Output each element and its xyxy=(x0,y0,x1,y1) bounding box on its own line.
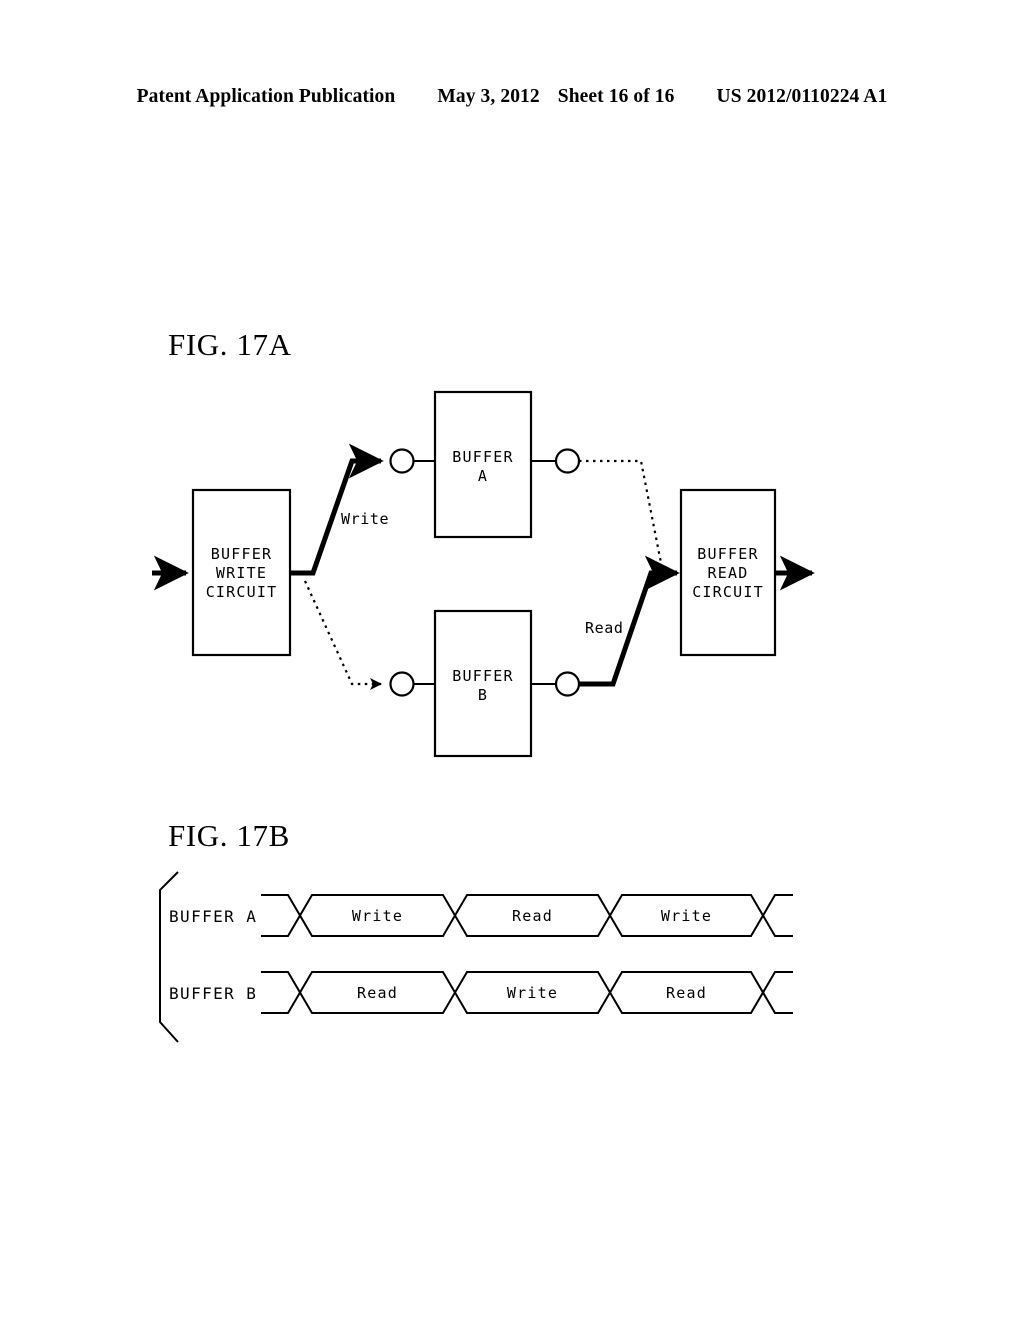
block-buffer-read-circuit xyxy=(679,488,777,657)
block-buffer-b-line2: B xyxy=(478,686,488,704)
timing-segment-b-2: Write xyxy=(507,984,558,1002)
figure-17b-caption: FIG. 17B xyxy=(168,818,290,853)
header-sheet: Sheet 16 of 16 xyxy=(557,86,675,107)
block-buffer-read-circuit-line2: READ xyxy=(708,564,749,582)
figure-17b-timing-diagram: BUFFER A Write Read Write BUFFER B Read … xyxy=(159,871,793,1043)
timing-brace xyxy=(159,871,179,1043)
timing-segment-b-3: Read xyxy=(666,984,707,1002)
block-buffer-write-circuit-line3: CIRCUIT xyxy=(206,583,278,601)
node-buffer-b-input xyxy=(389,671,415,697)
block-buffer-a-line2: A xyxy=(478,467,488,485)
timing-segment-a-3: Write xyxy=(661,907,712,925)
edge-label-read: Read xyxy=(585,619,624,637)
block-buffer-read-circuit-line1: BUFFER xyxy=(697,545,758,563)
block-buffer-write-circuit xyxy=(191,488,292,657)
write-path-active xyxy=(290,443,384,576)
timing-segment-a-1: Write xyxy=(352,907,403,925)
block-buffer-a xyxy=(433,390,533,539)
timing-segment-a-2: Read xyxy=(512,907,553,925)
header-date: May 3, 2012 xyxy=(437,86,540,107)
figure-17a-caption: FIG. 17A xyxy=(168,327,292,362)
buffer-a-read-path-inactive xyxy=(579,459,665,574)
timing-wave-b-lower xyxy=(261,971,793,1014)
node-buffer-b-output xyxy=(554,671,581,697)
block-buffer-b xyxy=(433,609,533,758)
page-header: Patent Application Publication May 3, 20… xyxy=(0,86,1024,108)
block-buffer-a-line1: BUFFER xyxy=(452,448,513,466)
timing-wave-a-upper xyxy=(261,894,793,937)
timing-row-label-buffer-a: BUFFER A xyxy=(169,907,257,926)
timing-row-label-buffer-b: BUFFER B xyxy=(169,984,257,1003)
block-buffer-b-line1: BUFFER xyxy=(452,667,513,685)
block-buffer-write-circuit-line2: WRITE xyxy=(216,564,267,582)
figure-17a-diagram: BUFFER WRITE CIRCUIT Write BUFFER A BUFF… xyxy=(152,390,815,758)
node-buffer-a-input xyxy=(389,448,415,474)
header-patent-number: US 2012/0110224 A1 xyxy=(716,86,888,107)
block-buffer-write-circuit-line1: BUFFER xyxy=(211,545,272,563)
timing-segment-b-1: Read xyxy=(357,984,398,1002)
patent-drawing-stage: BUFFER WRITE CIRCUIT Write BUFFER A BUFF… xyxy=(152,390,815,1043)
block-buffer-read-circuit-line3: CIRCUIT xyxy=(692,583,764,601)
node-buffer-a-output xyxy=(554,448,581,474)
read-path-active xyxy=(579,555,680,687)
write-path-inactive xyxy=(303,580,382,690)
timing-wave-a-lower xyxy=(261,894,793,937)
edge-label-write: Write xyxy=(341,510,389,528)
timing-wave-b-upper xyxy=(261,971,793,1014)
header-publication: Patent Application Publication xyxy=(136,86,396,107)
